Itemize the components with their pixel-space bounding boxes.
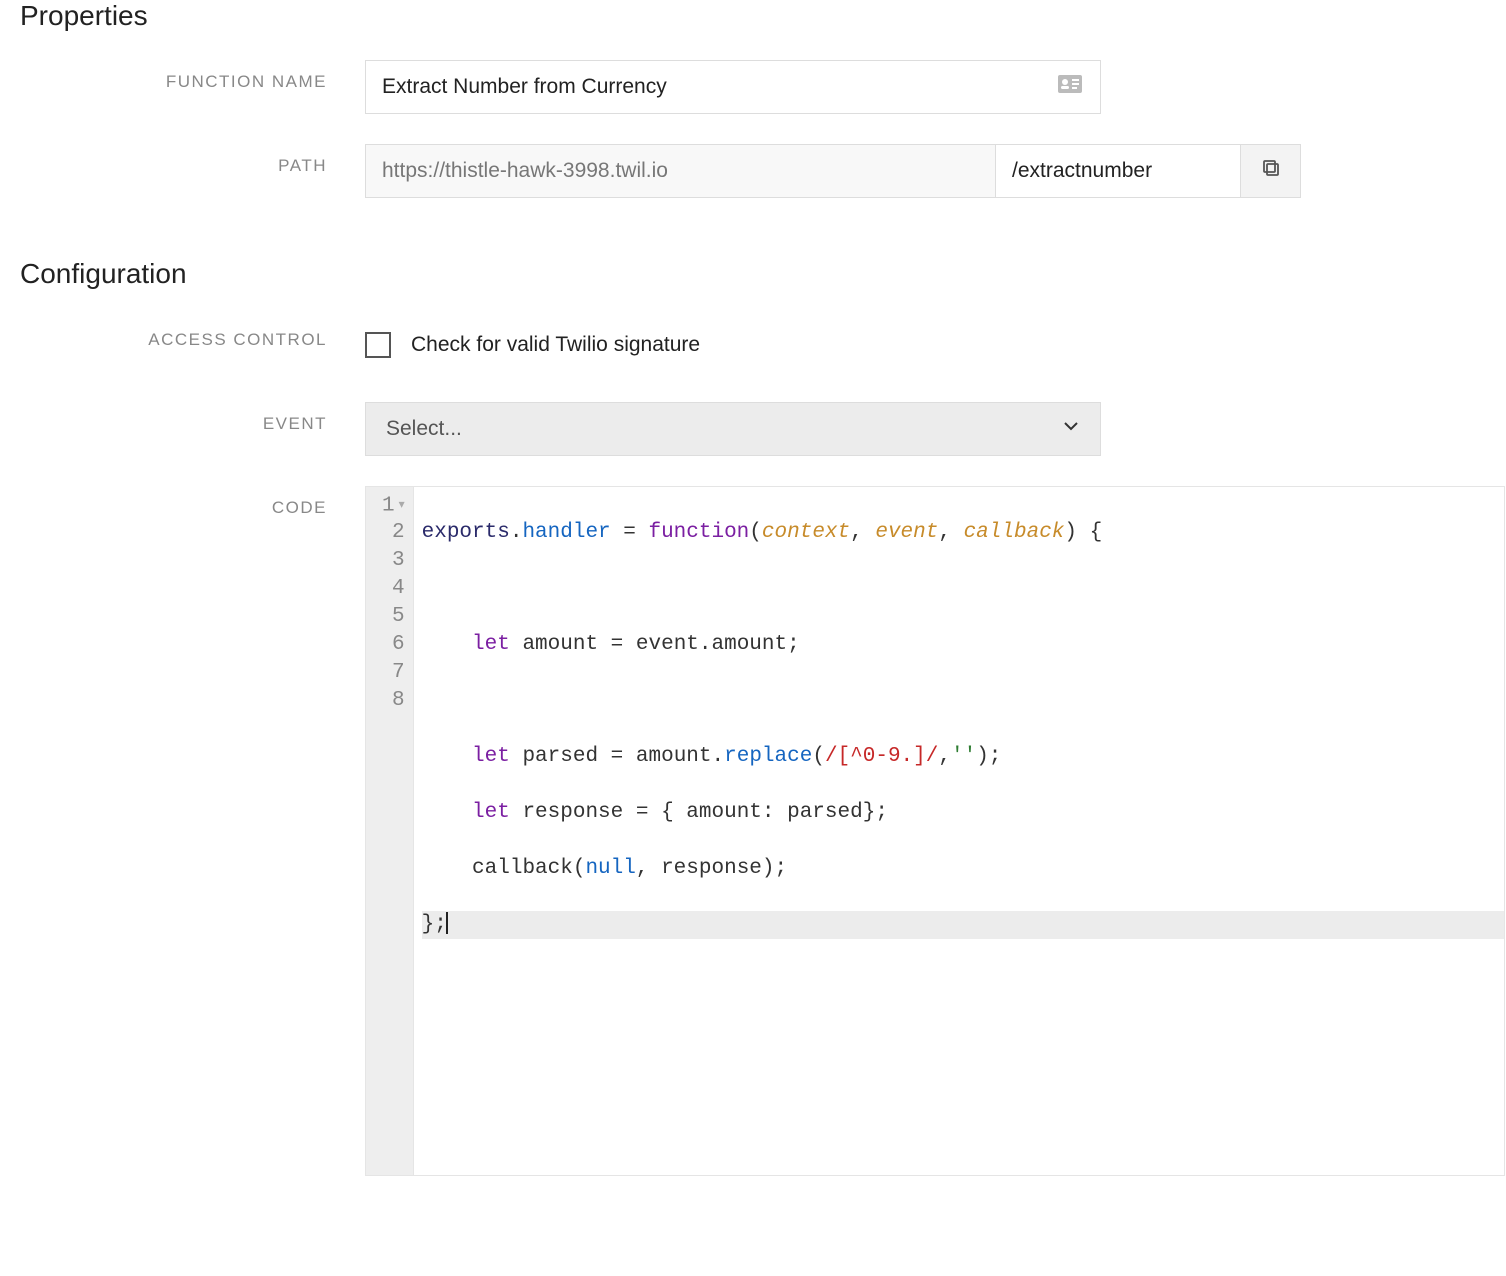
- path-base-readonly: https://thistle-hawk-3998.twil.io: [365, 144, 996, 198]
- code-editor[interactable]: 1 ▾ 2 3 4 5 6 7 8 exports.handler = func…: [365, 486, 1505, 1176]
- path-suffix-input[interactable]: /extractnumber: [996, 144, 1241, 198]
- access-control-checkbox-label: Check for valid Twilio signature: [411, 333, 700, 357]
- code-gutter: 1 ▾ 2 3 4 5 6 7 8: [366, 487, 414, 1175]
- configuration-heading: Configuration: [20, 258, 1486, 290]
- copy-icon: [1261, 158, 1281, 184]
- fold-icon[interactable]: ▾: [395, 491, 405, 519]
- code-body[interactable]: exports.handler = function(context, even…: [414, 487, 1504, 1175]
- function-name-input[interactable]: Extract Number from Currency: [365, 60, 1101, 114]
- event-select[interactable]: Select...: [365, 402, 1101, 456]
- function-name-value: Extract Number from Currency: [382, 75, 667, 99]
- event-select-placeholder: Select...: [386, 417, 462, 441]
- event-label: EVENT: [20, 402, 365, 434]
- path-label: PATH: [20, 144, 365, 176]
- access-control-label: ACCESS CONTROL: [20, 318, 365, 350]
- id-card-icon: [1058, 75, 1082, 99]
- code-label: CODE: [20, 486, 365, 518]
- copy-path-button[interactable]: [1241, 144, 1301, 198]
- access-control-checkbox[interactable]: [365, 332, 391, 358]
- chevron-down-icon: [1062, 417, 1080, 441]
- properties-heading: Properties: [20, 0, 1486, 32]
- function-name-label: FUNCTION NAME: [20, 60, 365, 92]
